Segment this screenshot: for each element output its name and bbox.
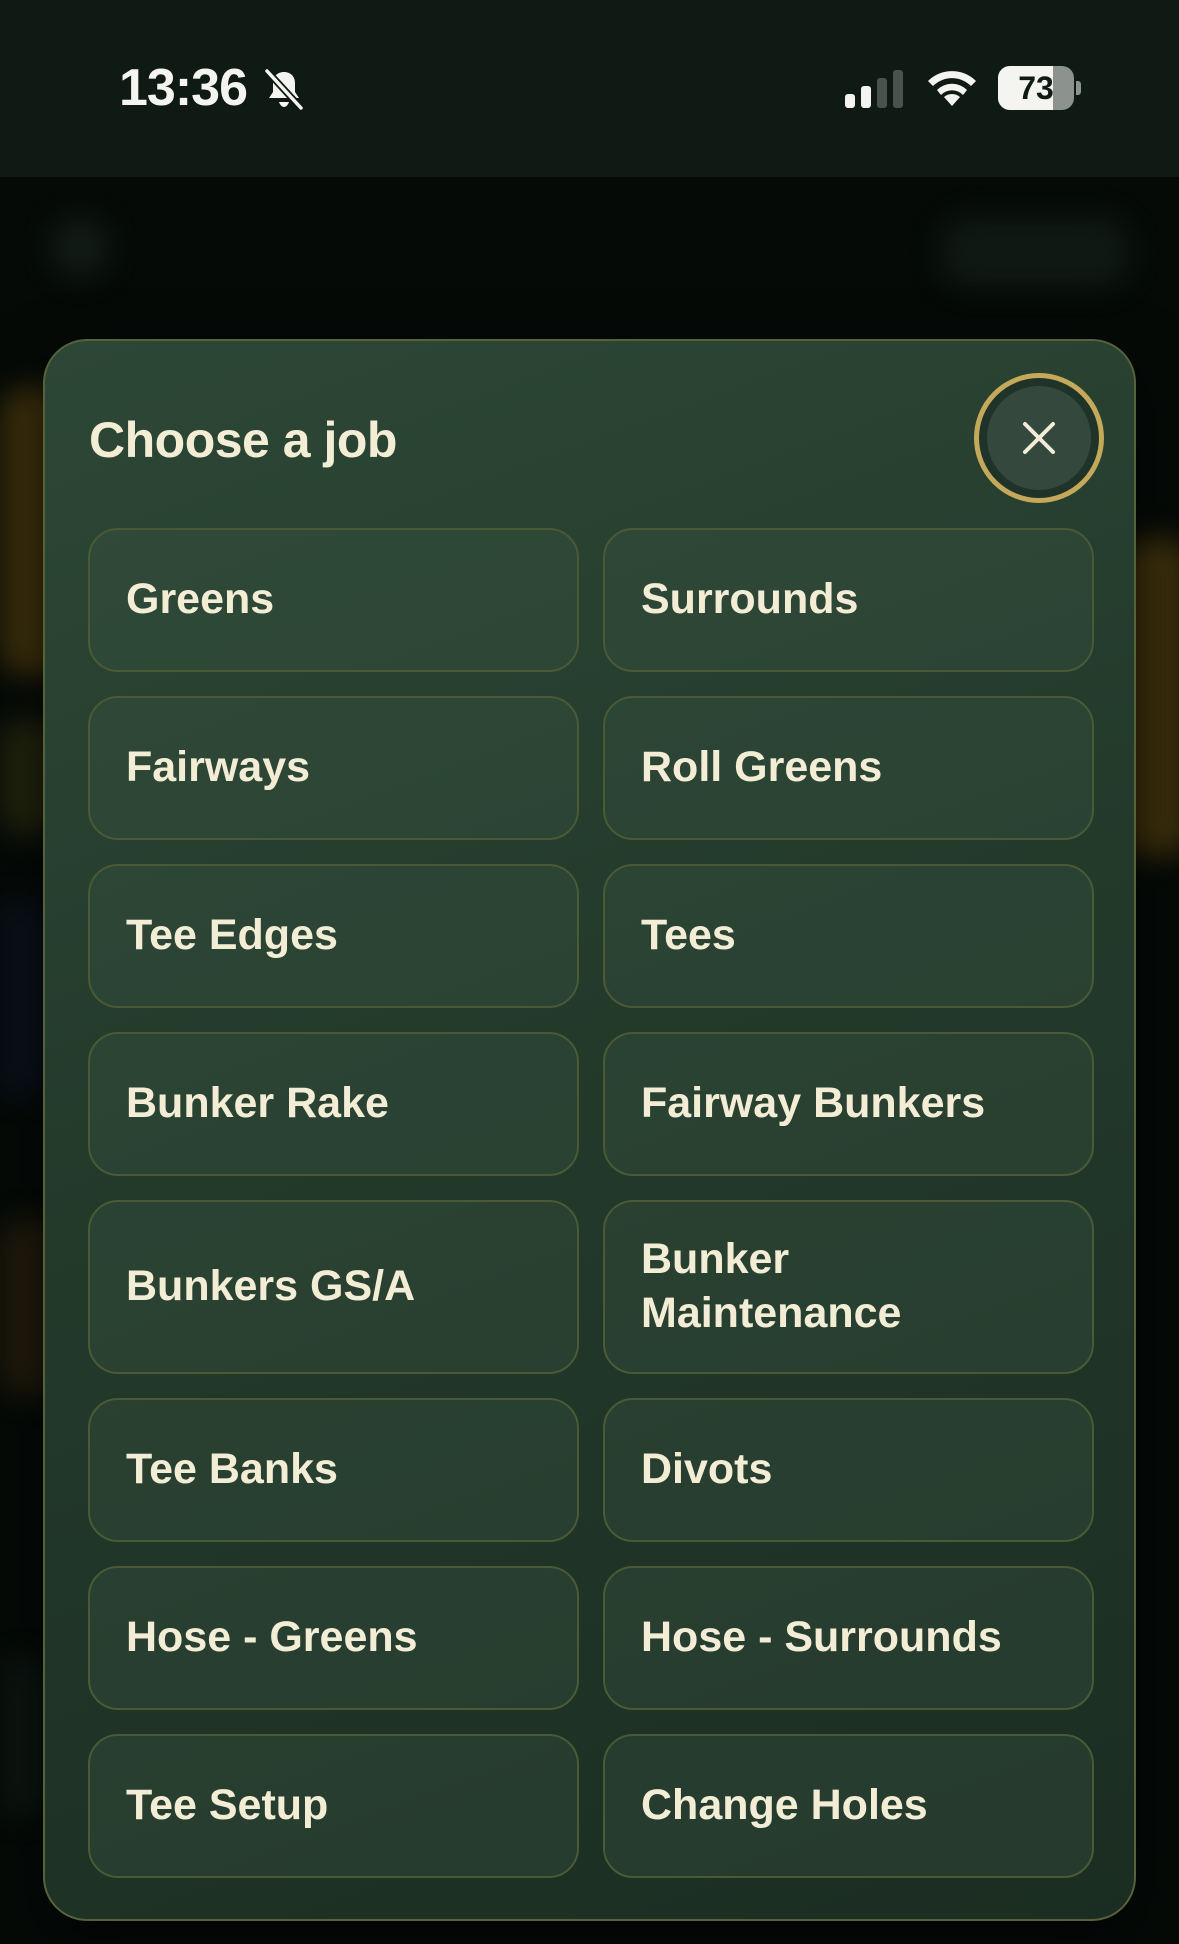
battery-tip — [1076, 81, 1081, 95]
battery-icon: 73 — [998, 66, 1082, 110]
job-button[interactable]: Fairway Bunkers — [603, 1032, 1094, 1176]
job-button[interactable]: Tee Setup — [88, 1734, 579, 1878]
job-label: Tee Edges — [126, 911, 338, 960]
job-button[interactable]: Roll Greens — [603, 696, 1094, 840]
job-button[interactable]: Bunker Rake — [88, 1032, 579, 1176]
job-button[interactable]: Tees — [603, 864, 1094, 1008]
job-label: Change Holes — [641, 1781, 928, 1830]
job-label: Tees — [641, 911, 736, 960]
job-label: Divots — [641, 1445, 773, 1494]
job-button[interactable]: Tee Edges — [88, 864, 579, 1008]
battery-level: 73 — [1018, 70, 1054, 106]
wifi-icon — [928, 71, 976, 106]
job-label: Greens — [126, 575, 275, 624]
status-bar: 13:36 73 — [0, 0, 1179, 177]
choose-job-modal: Choose a job Greens Surrounds Fairways Roll… — [43, 339, 1136, 1921]
job-button[interactable]: Change Holes — [603, 1734, 1094, 1878]
job-button[interactable]: Hose - Greens — [88, 1566, 579, 1710]
screen: 13:36 73 Choose a job Greens Surrounds F… — [0, 0, 1179, 1944]
job-button[interactable]: Hose - Surrounds — [603, 1566, 1094, 1710]
job-label: Fairways — [126, 743, 311, 792]
job-button[interactable]: Tee Banks — [88, 1398, 579, 1542]
job-label: Hose - Surrounds — [641, 1613, 1002, 1662]
battery-body: 73 — [998, 66, 1074, 110]
bell-slash-icon — [264, 68, 304, 111]
cellular-signal-icon — [845, 70, 903, 108]
job-label: Fairway Bunkers — [641, 1079, 986, 1128]
job-button[interactable]: Surrounds — [603, 528, 1094, 672]
job-label: Bunker Rake — [126, 1079, 389, 1128]
job-button[interactable]: Fairways — [88, 696, 579, 840]
job-button[interactable]: Bunker Maintenance — [603, 1200, 1094, 1374]
job-label: Hose - Greens — [126, 1613, 418, 1662]
job-button[interactable]: Bunkers GS/A — [88, 1200, 579, 1374]
modal-title: Choose a job — [89, 412, 397, 468]
close-button[interactable] — [974, 373, 1104, 503]
job-button[interactable]: Greens — [88, 528, 579, 672]
job-label: Surrounds — [641, 575, 859, 624]
close-icon — [1023, 422, 1055, 454]
job-label: Bunker Maintenance — [641, 1235, 902, 1337]
job-label: Tee Banks — [126, 1445, 338, 1494]
status-time: 13:36 — [119, 59, 248, 117]
job-label: Tee Setup — [126, 1781, 329, 1830]
job-label: Roll Greens — [641, 743, 883, 792]
job-button[interactable]: Divots — [603, 1398, 1094, 1542]
job-label: Bunkers GS/A — [126, 1262, 416, 1311]
